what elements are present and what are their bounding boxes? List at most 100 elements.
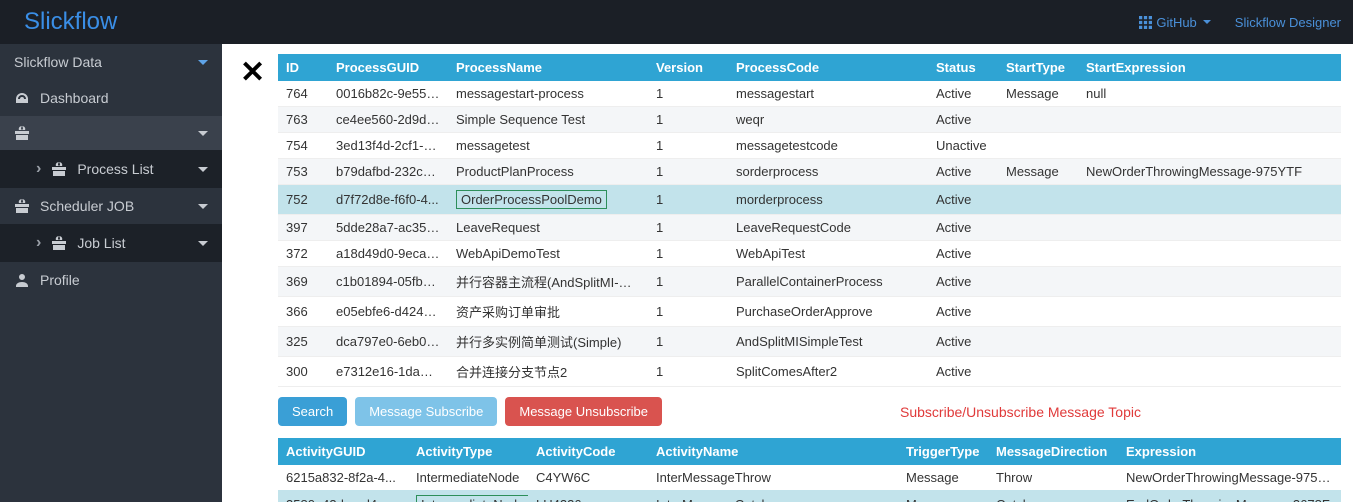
col-header[interactable]: ProcessGUID	[328, 54, 448, 81]
cell	[998, 215, 1078, 241]
cell: null	[1078, 81, 1341, 107]
table-row[interactable]: 325dca797e0-6eb0-4...并行多实例简单测试(Simple)1A…	[278, 327, 1341, 357]
col-header[interactable]: Status	[928, 54, 998, 81]
cell: Catch	[988, 490, 1118, 502]
cell	[998, 241, 1078, 267]
chevron-down-icon	[198, 167, 208, 172]
col-header[interactable]: ActivityGUID	[278, 438, 408, 465]
col-header[interactable]: Expression	[1118, 438, 1341, 465]
cell: IntermediateNode	[408, 490, 528, 502]
sidebar: Slickflow Data Dashboard	[0, 44, 222, 502]
cell	[998, 133, 1078, 159]
sidebar-item-dashboard[interactable]: Dashboard	[0, 80, 222, 116]
table-row[interactable]: 763ce4ee560-2d9d-...Simple Sequence Test…	[278, 107, 1341, 133]
cell	[998, 185, 1078, 215]
search-button[interactable]: Search	[278, 397, 347, 426]
table-row[interactable]: 7640016b82c-9e55-4...messagestart-proces…	[278, 81, 1341, 107]
cell: EndOrderThrowingMessage-3678F	[1118, 490, 1341, 502]
table-row[interactable]: 3580e43d-ead4-...IntermediateNodeLU4226I…	[278, 490, 1341, 502]
gift-icon	[14, 199, 30, 213]
dashboard-icon	[14, 91, 30, 105]
activity-table: ActivityGUIDActivityTypeActivityCodeActi…	[278, 438, 1341, 502]
cell	[1078, 327, 1341, 357]
sidebar-item-group[interactable]	[0, 116, 222, 150]
col-header[interactable]: StartExpression	[1078, 54, 1341, 81]
cell: IntermediateNode	[408, 465, 528, 490]
sidebar-root[interactable]: Slickflow Data	[0, 44, 222, 80]
cell: 1	[648, 241, 728, 267]
cell	[1078, 267, 1341, 297]
col-header[interactable]: ID	[278, 54, 328, 81]
sidebar-item-process-list[interactable]: Process List	[30, 150, 222, 188]
cell: 1	[648, 215, 728, 241]
grid-icon	[1139, 16, 1152, 29]
sidebar-item-profile[interactable]: Profile	[0, 262, 222, 298]
cell: 并行多实例简单测试(Simple)	[448, 327, 648, 357]
cell: Message	[998, 81, 1078, 107]
cell: NewOrderThrowingMessage-975YTF	[1118, 465, 1341, 490]
table-row[interactable]: 7543ed13f4d-2cf1-4f...messagetest1messag…	[278, 133, 1341, 159]
sidebar-root-label: Slickflow Data	[14, 54, 102, 70]
cell: 325	[278, 327, 328, 357]
subscribe-button[interactable]: Message Subscribe	[355, 397, 497, 426]
top-nav: GitHub Slickflow Designer	[1139, 15, 1341, 30]
designer-link[interactable]: Slickflow Designer	[1235, 15, 1341, 30]
col-header[interactable]: TriggerType	[898, 438, 988, 465]
chevron-down-icon	[198, 131, 208, 136]
cell: Throw	[988, 465, 1118, 490]
sidebar-label: Job List	[77, 235, 125, 251]
table-row[interactable]: 372a18d49d0-9eca-4...WebApiDemoTest1WebA…	[278, 241, 1341, 267]
table-row[interactable]: 752d7f72d8e-f6f0-4...OrderProcessPoolDem…	[278, 185, 1341, 215]
cell: Active	[928, 241, 998, 267]
table-row[interactable]: 300e7312e16-1da5-...合并连接分支节点21SplitComes…	[278, 357, 1341, 387]
cell: 752	[278, 185, 328, 215]
cell: messagestart	[728, 81, 928, 107]
process-table: IDProcessGUIDProcessNameVersionProcessCo…	[278, 54, 1341, 387]
cell: a18d49d0-9eca-4...	[328, 241, 448, 267]
cell: Simple Sequence Test	[448, 107, 648, 133]
table-row[interactable]: 3975dde28a7-ac35-4...LeaveRequest1LeaveR…	[278, 215, 1341, 241]
col-header[interactable]: ProcessName	[448, 54, 648, 81]
brand-logo[interactable]: Slickflow	[24, 8, 117, 36]
cell: 1	[648, 267, 728, 297]
col-header[interactable]: ActivityCode	[528, 438, 648, 465]
cell: InterMessageCatch	[648, 490, 898, 502]
github-label: GitHub	[1156, 15, 1196, 30]
col-header[interactable]: StartType	[998, 54, 1078, 81]
table-row[interactable]: 369c1b01894-05fb-4...并行容器主流程(AndSplitMI-…	[278, 267, 1341, 297]
table-row[interactable]: 6215a832-8f2a-4...IntermediateNodeC4YW6C…	[278, 465, 1341, 490]
table-row[interactable]: 366e05ebfe6-d424-4...资产采购订单审批1PurchaseOr…	[278, 297, 1341, 327]
unsubscribe-button[interactable]: Message Unsubscribe	[505, 397, 662, 426]
cell: SplitComesAfter2	[728, 357, 928, 387]
col-header[interactable]: ActivityName	[648, 438, 898, 465]
cell: 3ed13f4d-2cf1-4f...	[328, 133, 448, 159]
cell: 369	[278, 267, 328, 297]
cell: Message	[998, 159, 1078, 185]
cell	[998, 297, 1078, 327]
col-header[interactable]: MessageDirection	[988, 438, 1118, 465]
github-link[interactable]: GitHub	[1139, 15, 1210, 30]
close-icon[interactable]: ✕	[240, 58, 265, 88]
cell: 397	[278, 215, 328, 241]
sidebar-label: Dashboard	[40, 90, 109, 106]
chevron-down-icon	[198, 204, 208, 209]
col-header[interactable]: Version	[648, 54, 728, 81]
cell	[998, 327, 1078, 357]
cell: e05ebfe6-d424-4...	[328, 297, 448, 327]
cell: sorderprocess	[728, 159, 928, 185]
col-header[interactable]: ActivityType	[408, 438, 528, 465]
cell: Message	[898, 465, 988, 490]
arrow-right-icon	[36, 160, 41, 178]
cell: 372	[278, 241, 328, 267]
table-row[interactable]: 753b79dafbd-232c-4...ProductPlanProcess1…	[278, 159, 1341, 185]
cell	[1078, 357, 1341, 387]
sidebar-item-job-list[interactable]: Job List	[30, 224, 222, 262]
col-header[interactable]: ProcessCode	[728, 54, 928, 81]
cell: C4YW6C	[528, 465, 648, 490]
cell: messagetest	[448, 133, 648, 159]
cell: 1	[648, 159, 728, 185]
topic-note: Subscribe/Unsubscribe Message Topic	[900, 404, 1141, 420]
sidebar-item-scheduler[interactable]: Scheduler JOB	[0, 188, 222, 224]
cell: LeaveRequestCode	[728, 215, 928, 241]
cell: Active	[928, 327, 998, 357]
